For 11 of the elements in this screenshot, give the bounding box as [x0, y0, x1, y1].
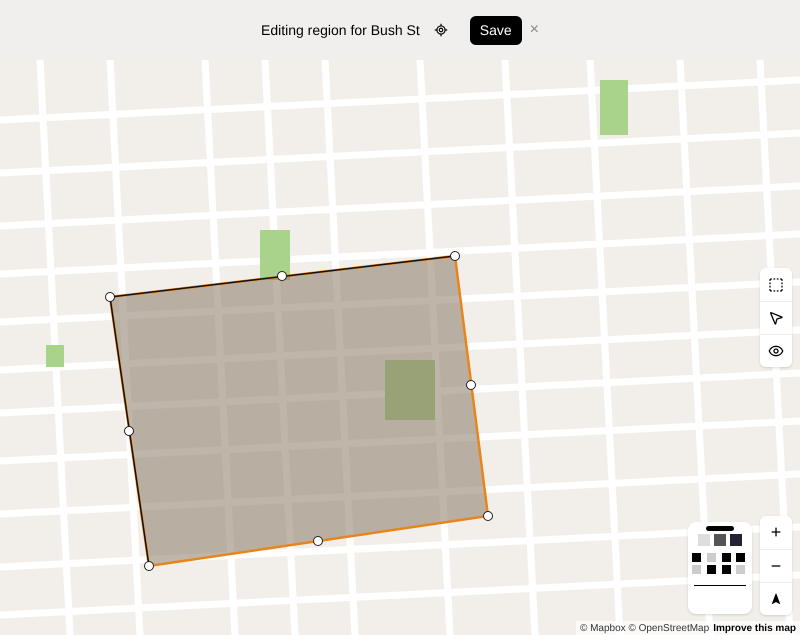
zoom-in-button[interactable]: + — [760, 516, 792, 549]
compass-icon[interactable] — [770, 593, 782, 605]
eye-icon[interactable] — [768, 343, 784, 359]
style-panel-drawing[interactable] — [688, 522, 752, 614]
save-button[interactable]: Save — [470, 16, 522, 44]
improve-map-link[interactable]: Improve this map — [713, 620, 796, 635]
zoom-out-button[interactable]: − — [760, 549, 792, 582]
locate-icon[interactable] — [434, 23, 448, 37]
select-box-icon[interactable] — [768, 276, 784, 292]
attribution-text: © Mapbox © OpenStreetMap — [580, 622, 710, 635]
header-title: Editing region for Bush St — [260, 20, 420, 40]
